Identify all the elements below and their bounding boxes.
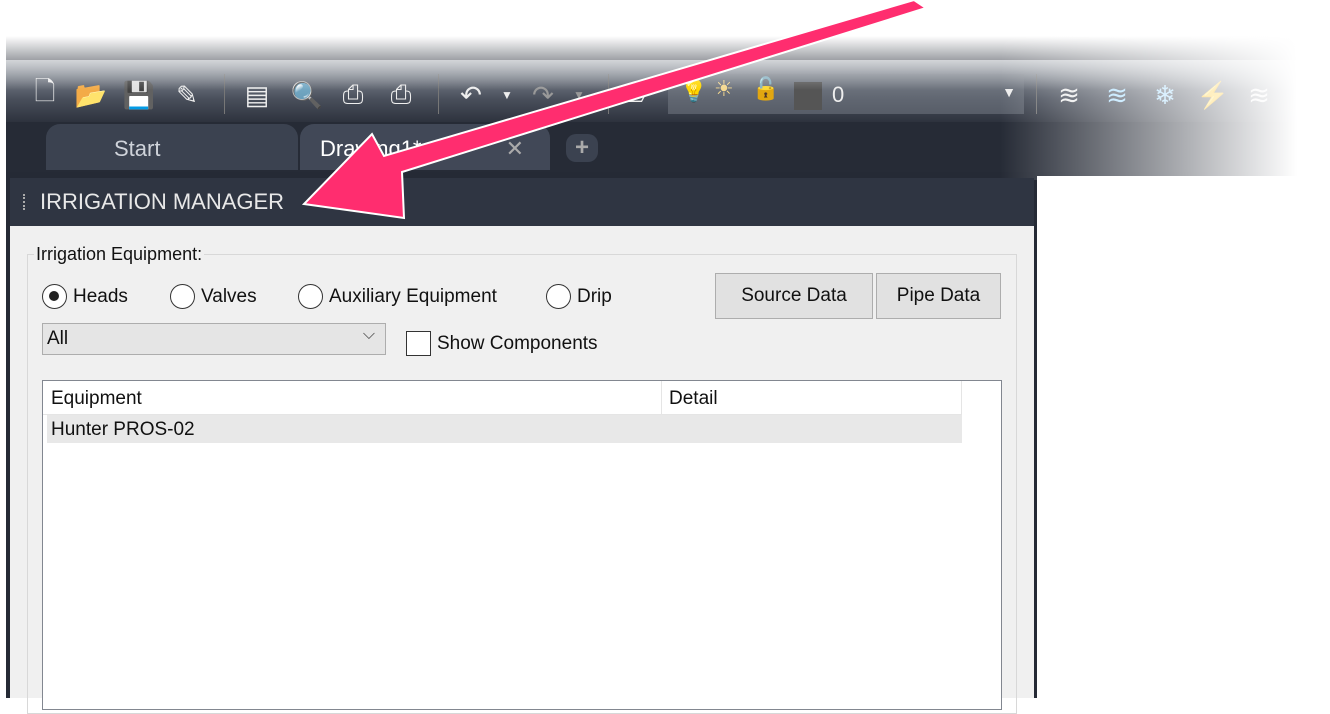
arrow-shape (301, 0, 929, 220)
annotation-arrow (301, 0, 929, 220)
